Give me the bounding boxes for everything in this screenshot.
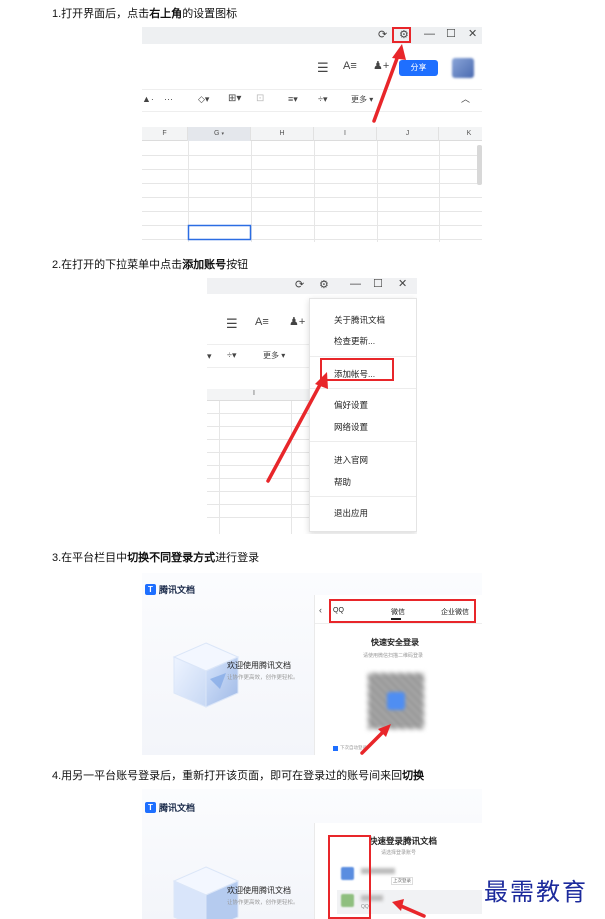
red-arrow [266,372,328,483]
screenshot-account-switch: T 腾讯文档 欢迎使用腾讯文档 让协作更高效，创作更轻松。 快速登录腾讯文档 请… [142,789,482,919]
step-2-caption: 2.在打开的下拉菜单中点击添加账号按钮 [52,259,249,271]
red-arrow [392,899,426,918]
screenshot-spreadsheet-window: ⟳ ⚙ — ☐ ✕ ☰ A≡ ♟+ 分享 ▲· ··· ◇▾ ⊞▾ ⊡ ≡▾ ÷… [142,27,482,242]
red-arrow [360,724,391,755]
red-arrow [372,44,406,123]
step-1-caption: 1.打开界面后，点击右上角的设置图标 [52,8,238,20]
watermark: 最需教育 [484,878,588,906]
step-4-caption: 4.用另一平台账号登录后，重新打开该页面，即可在登录过的账号间来回切换 [52,770,425,782]
step-3-caption: 3.在平台栏目中切换不同登录方式进行登录 [52,552,260,564]
screenshot-dropdown-menu: ⟳ ⚙ — ☐ ✕ ☰ A≡ ♟+ ▾ ÷▾ 更多 ▾ I 关于腾讯文档 检查更… [207,278,417,534]
screenshot-login-page: T 腾讯文档 欢迎使用腾讯文档 让协作更高效，创作更轻松。 ‹ QQ 微信 企业… [142,573,482,755]
